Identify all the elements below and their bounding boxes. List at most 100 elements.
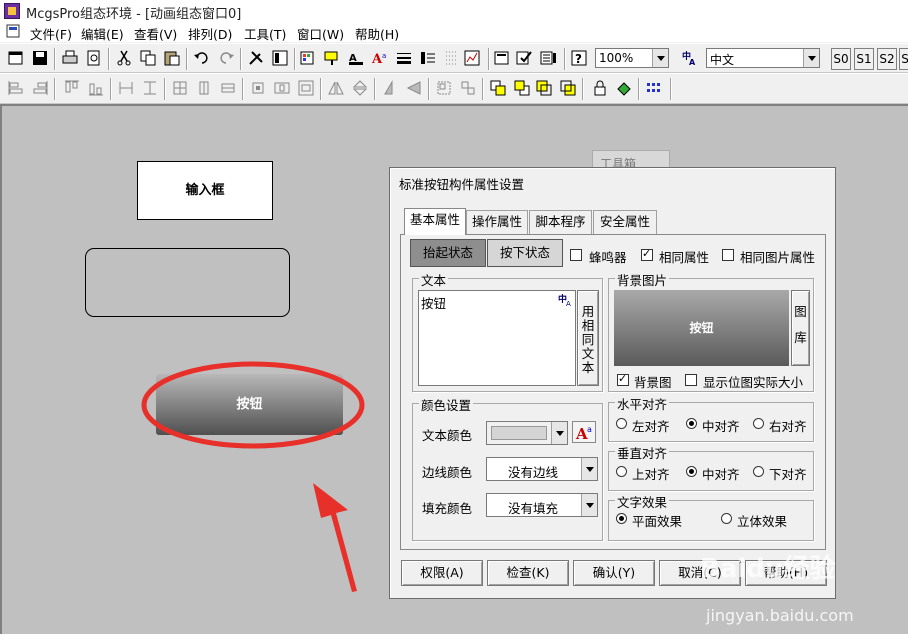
effect-3d-radio[interactable] xyxy=(721,513,732,524)
group-icon[interactable] xyxy=(434,78,454,98)
menu-view[interactable]: 查看(V) xyxy=(134,24,177,43)
halign-center-radio[interactable] xyxy=(686,418,697,429)
bring-front-icon[interactable] xyxy=(488,78,508,98)
align-left-icon[interactable] xyxy=(6,78,26,98)
tab-security-properties[interactable]: 安全属性 xyxy=(593,210,657,234)
chevron-down-icon[interactable] xyxy=(581,458,597,480)
halign-left-radio[interactable] xyxy=(616,418,627,429)
cut-icon[interactable] xyxy=(114,48,134,68)
state-s0-button[interactable]: S0 xyxy=(831,48,851,70)
document-menu-icon[interactable] xyxy=(6,24,20,38)
state-s2-button[interactable]: S2 xyxy=(877,48,897,70)
actual-size-checkbox[interactable] xyxy=(685,374,697,386)
menu-arrange[interactable]: 排列(D) xyxy=(188,24,232,43)
lock-icon[interactable] xyxy=(590,78,610,98)
distribute-both-icon[interactable] xyxy=(248,78,268,98)
menu-edit[interactable]: 编辑(E) xyxy=(81,24,124,43)
buzzer-checkbox[interactable] xyxy=(570,249,582,261)
language-icon[interactable]: 中A xyxy=(680,48,700,68)
same-attr-checkbox[interactable] xyxy=(641,247,653,261)
input-box-component[interactable]: 输入框 xyxy=(137,161,273,220)
image-library-button[interactable]: 图库 xyxy=(791,290,810,366)
tools-icon[interactable] xyxy=(246,48,266,68)
align-bottom-icon[interactable] xyxy=(86,78,106,98)
undo-icon[interactable] xyxy=(192,48,212,68)
button-text-area[interactable]: 按钮 中A xyxy=(418,290,576,386)
tab-operation-properties[interactable]: 操作属性 xyxy=(466,210,528,234)
line-style-icon[interactable] xyxy=(418,48,438,68)
ime-icon[interactable]: 中A xyxy=(558,293,574,308)
same-height-icon[interactable] xyxy=(140,78,160,98)
bring-forward-icon[interactable] xyxy=(534,78,554,98)
chevron-down-icon[interactable] xyxy=(551,422,567,444)
state-down-button[interactable]: 按下状态 xyxy=(487,239,563,267)
fill-color-select[interactable]: 没有填充 xyxy=(486,493,598,517)
text-color-select[interactable] xyxy=(486,421,568,445)
halign-right-radio[interactable] xyxy=(753,418,764,429)
font-style-icon[interactable]: Aa xyxy=(572,421,596,443)
send-back-icon[interactable] xyxy=(512,78,532,98)
grid-dots-icon[interactable] xyxy=(644,78,664,98)
language-select[interactable]: 中文 xyxy=(706,48,820,68)
rotate-left-icon[interactable] xyxy=(380,78,400,98)
check-icon[interactable] xyxy=(514,48,534,68)
menu-window[interactable]: 窗口(W) xyxy=(297,24,344,43)
distribute-vertical-icon[interactable] xyxy=(296,78,316,98)
state-s3-button[interactable]: S xyxy=(899,48,908,70)
valign-bottom-radio[interactable] xyxy=(753,466,764,477)
line-color-icon[interactable]: A xyxy=(346,48,366,68)
menu-file[interactable]: 文件(F) xyxy=(30,24,72,43)
flip-horizontal-icon[interactable] xyxy=(326,78,346,98)
confirm-button[interactable]: 确认(Y) xyxy=(573,560,655,586)
font-color-icon[interactable]: Aa xyxy=(370,48,390,68)
center-horizontal-icon[interactable] xyxy=(218,78,238,98)
rotate-right-icon[interactable] xyxy=(404,78,424,98)
border-color-select[interactable]: 没有边线 xyxy=(486,457,598,481)
align-top-icon[interactable] xyxy=(62,78,82,98)
chart-icon[interactable] xyxy=(462,48,482,68)
save-icon[interactable] xyxy=(30,48,50,68)
rounded-rectangle-component[interactable] xyxy=(85,248,290,317)
chevron-down-icon[interactable] xyxy=(581,494,597,516)
properties-icon[interactable] xyxy=(492,48,512,68)
flip-vertical-icon[interactable] xyxy=(350,78,370,98)
send-backward-icon[interactable] xyxy=(558,78,578,98)
toolbox-icon[interactable] xyxy=(270,48,290,68)
effect-flat-radio[interactable] xyxy=(616,513,627,524)
line-width-icon[interactable] xyxy=(394,48,414,68)
palette-icon[interactable] xyxy=(298,48,318,68)
menu-help[interactable]: 帮助(H) xyxy=(355,24,399,43)
ungroup-icon[interactable] xyxy=(458,78,478,98)
new-window-icon[interactable] xyxy=(6,48,26,68)
zoom-select[interactable]: 100% xyxy=(595,48,669,68)
align-right-icon[interactable] xyxy=(30,78,50,98)
list-icon[interactable] xyxy=(538,48,558,68)
permission-button[interactable]: 权限(A) xyxy=(401,560,483,586)
center-vertical-icon[interactable] xyxy=(194,78,214,98)
same-width-icon[interactable] xyxy=(116,78,136,98)
help-icon[interactable]: ? xyxy=(569,48,589,68)
state-s1-button[interactable]: S1 xyxy=(854,48,874,70)
check-button[interactable]: 检查(K) xyxy=(487,560,569,586)
print-icon[interactable] xyxy=(60,48,80,68)
same-text-button[interactable]: 用相同文本 xyxy=(577,290,599,386)
tab-basic-properties[interactable]: 基本属性 xyxy=(404,208,466,235)
menu-tools[interactable]: 工具(T) xyxy=(244,24,286,43)
grid-icon[interactable] xyxy=(442,48,462,68)
format-brush-icon[interactable] xyxy=(322,48,342,68)
fill-bucket-icon[interactable] xyxy=(614,78,634,98)
valign-top-radio[interactable] xyxy=(616,466,627,477)
tab-script[interactable]: 脚本程序 xyxy=(529,210,592,234)
center-both-icon[interactable] xyxy=(170,78,190,98)
redo-icon[interactable] xyxy=(216,48,236,68)
chevron-down-icon[interactable] xyxy=(803,49,819,67)
copy-icon[interactable] xyxy=(138,48,158,68)
bg-image-checkbox[interactable] xyxy=(617,372,629,386)
valign-middle-radio[interactable] xyxy=(686,466,697,477)
chevron-down-icon[interactable] xyxy=(652,49,668,67)
paste-icon[interactable] xyxy=(162,48,182,68)
distribute-horizontal-icon[interactable] xyxy=(272,78,292,98)
same-image-checkbox[interactable] xyxy=(722,249,734,261)
state-up-button[interactable]: 抬起状态 xyxy=(410,239,486,267)
print-preview-icon[interactable] xyxy=(84,48,104,68)
